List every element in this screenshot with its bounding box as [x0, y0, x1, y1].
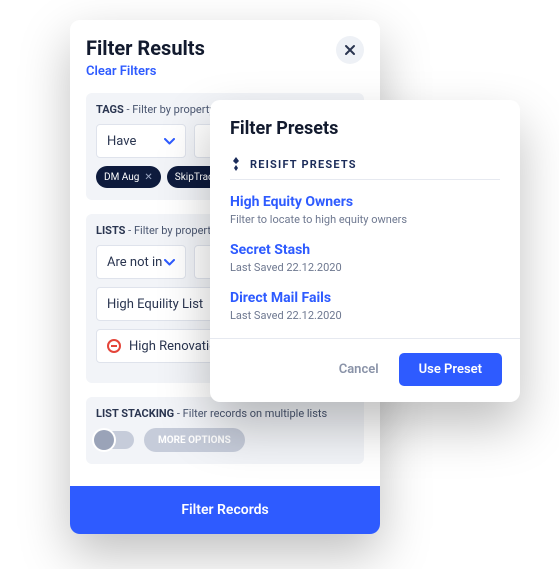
close-button[interactable] — [336, 36, 364, 64]
preset-item[interactable]: Secret Stash Last Saved 22.12.2020 — [230, 242, 500, 274]
popover-subtitle: REISIFT PRESETS — [230, 157, 500, 180]
preset-title: Direct Mail Fails — [230, 290, 500, 306]
preset-item[interactable]: High Equity Owners Filter to locate to h… — [230, 194, 500, 226]
remove-chip-icon[interactable]: ✕ — [144, 172, 152, 183]
tag-chip-label: DM Aug — [104, 172, 139, 183]
exclude-icon — [107, 339, 121, 353]
list-stacking-toggle[interactable] — [96, 431, 134, 449]
tags-mode-value: Have — [107, 134, 136, 149]
clear-filters-link[interactable]: Clear Filters — [86, 64, 156, 79]
preset-subtitle: Filter to locate to high equity owners — [230, 213, 500, 226]
more-options-button[interactable]: MORE OPTIONS — [144, 428, 245, 452]
filter-records-button[interactable]: Filter Records — [70, 486, 380, 534]
preset-subtitle: Last Saved 22.12.2020 — [230, 309, 500, 322]
preset-title: Secret Stash — [230, 242, 500, 258]
preset-item[interactable]: Direct Mail Fails Last Saved 22.12.2020 — [230, 290, 500, 322]
chevron-down-icon — [164, 138, 175, 145]
filter-presets-popover: Filter Presets REISIFT PRESETS High Equi… — [210, 100, 520, 402]
tags-mode-dropdown[interactable]: Have — [96, 124, 186, 158]
list-stacking-section: LIST STACKING - Filter records on multip… — [86, 397, 364, 464]
reisift-icon — [230, 157, 242, 171]
selected-list-label: High Equility List — [107, 297, 203, 312]
chevron-down-icon — [164, 259, 175, 266]
popover-title: Filter Presets — [230, 118, 500, 139]
tag-chip[interactable]: DM Aug ✕ — [96, 166, 161, 188]
use-preset-button[interactable]: Use Preset — [399, 353, 502, 386]
lists-mode-value: Are not in — [107, 255, 162, 270]
cancel-button[interactable]: Cancel — [329, 354, 389, 385]
preset-subtitle: Last Saved 22.12.2020 — [230, 261, 500, 274]
close-icon — [344, 44, 356, 56]
preset-title: High Equity Owners — [230, 194, 500, 210]
list-stacking-heading: LIST STACKING - Filter records on multip… — [96, 407, 354, 420]
lists-mode-dropdown[interactable]: Are not in — [96, 245, 186, 279]
panel-title: Filter Results — [86, 36, 205, 60]
